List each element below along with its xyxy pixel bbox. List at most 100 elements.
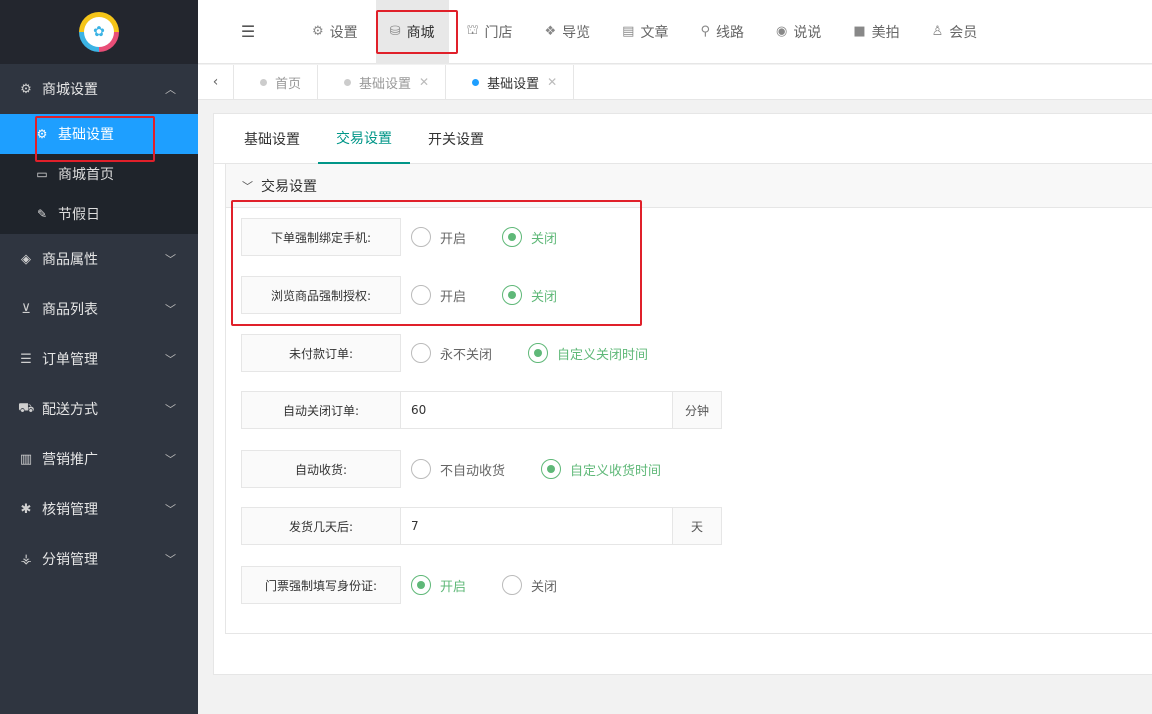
sidebar-item-delivery[interactable]: ⛟ 配送方式 ﹀ — [0, 384, 198, 434]
radio-label: 自定义关闭时间 — [557, 347, 649, 363]
sidebar-item-label: 订单管理 — [42, 352, 98, 368]
sidebar-item-label: 配送方式 — [42, 402, 98, 418]
top-tab-photo[interactable]: ■ 美拍 — [839, 0, 913, 64]
close-icon[interactable]: ✕ — [419, 75, 429, 89]
form-row-ship-days: 发货几天后: 7 天 — [241, 507, 722, 545]
chevron-left-icon[interactable]: ‹ — [198, 65, 234, 99]
top-tab-label: 说说 — [793, 24, 822, 41]
radio-circle — [541, 459, 562, 479]
bar-chart-icon: ▥ — [19, 451, 33, 467]
chevron-down-icon: ﹀ — [165, 503, 176, 516]
menu-toggle-icon[interactable]: ☰ — [198, 22, 298, 41]
radio-custom-close-time[interactable]: 自定义关闭时间 — [528, 343, 648, 363]
tab-trade-settings[interactable]: 交易设置 — [318, 114, 410, 164]
top-tab-label: 美拍 — [871, 24, 900, 41]
radio-circle — [528, 343, 549, 363]
chevron-down-icon: ﹀ — [165, 553, 176, 566]
list-icon: ☰ — [20, 351, 32, 367]
top-tab-store[interactable]: ⛫ 门店 — [453, 0, 527, 64]
field-label: 门票强制填写身份证: — [241, 566, 401, 604]
page-tab-label: 基础设置 — [487, 76, 540, 92]
gears-icon: ⚙ — [312, 24, 324, 39]
sidebar-subitem-label: 节假日 — [58, 207, 100, 223]
sitemap-icon: ⚶ — [20, 551, 32, 567]
chevron-down-icon: ﹀ — [165, 453, 176, 466]
route-icon: ⚲ — [700, 24, 710, 39]
chevron-up-icon: ︿ — [165, 83, 176, 96]
radio-circle — [411, 575, 431, 595]
cart-icon: ⊻ — [21, 301, 31, 317]
user-icon: ♙ — [931, 24, 944, 39]
dot-icon — [260, 78, 267, 86]
sidebar-item-product-attributes[interactable]: ◈ 商品属性 ﹀ — [0, 234, 198, 284]
sidebar-item-order-management[interactable]: ☰ 订单管理 ﹀ — [0, 334, 198, 384]
sidebar-subitem-label: 商城首页 — [58, 167, 114, 183]
field-label: 发货几天后: — [241, 507, 401, 545]
form-row-auto-close: 自动关闭订单: 60 分钟 — [241, 391, 722, 429]
field-label: 自动收货: — [241, 450, 401, 488]
field-label: 自动关闭订单: — [241, 391, 401, 429]
sidebar-item-verification[interactable]: ✱ 核销管理 ﹀ — [0, 484, 198, 534]
dot-icon — [344, 78, 352, 86]
page-tabs: ‹ 首页 基础设置 ✕ 基础设置 ✕ — [198, 65, 1152, 100]
gears-icon: ⚙ — [20, 81, 32, 97]
input-suffix: 天 — [673, 507, 722, 545]
cube-icon: ◈ — [21, 251, 31, 267]
radio-circle — [411, 459, 431, 479]
page-tab-home[interactable]: 首页 — [234, 65, 319, 99]
top-tab-label: 文章 — [640, 24, 669, 41]
top-tab-route[interactable]: ⚲ 线路 — [686, 0, 758, 64]
sidebar-item-marketing[interactable]: ▥ 营销推广 ﹀ — [0, 434, 198, 484]
radio-label: 不自动收货 — [440, 463, 506, 479]
top-tab-settings[interactable]: ⚙ 设置 — [298, 0, 372, 64]
radio-custom-receive-time[interactable]: 自定义收货时间 — [541, 459, 661, 479]
sidebar-subitem-holidays[interactable]: ✎ 节假日 — [0, 194, 198, 234]
form-row-unpaid-order: 未付款订单: 永不关闭 自定义关闭时间 — [241, 334, 658, 372]
page-tab-label: 首页 — [275, 76, 302, 92]
top-tab-label: 线路 — [716, 24, 744, 41]
radio-label: 永不关闭 — [440, 347, 493, 363]
top-tab-article[interactable]: ▤ 文章 — [608, 0, 682, 64]
auto-close-minutes-input[interactable]: 60 — [401, 391, 673, 429]
top-tab-posts[interactable]: ◉ 说说 — [762, 0, 835, 64]
car-icon: ⛟ — [18, 400, 35, 416]
radio-circle — [411, 343, 431, 363]
sidebar-item-label: 核销管理 — [42, 502, 98, 518]
logo-area: ✿ — [0, 0, 198, 64]
video-camera-icon: ■ — [853, 24, 866, 39]
radio-no-auto-receive[interactable]: 不自动收货 — [411, 459, 505, 479]
logo[interactable]: ✿ — [79, 12, 119, 52]
monitor-icon: ▭ — [36, 167, 48, 181]
tab-switch-settings[interactable]: 开关设置 — [410, 114, 502, 164]
radio-label: 关闭 — [531, 579, 558, 595]
highlight-box-mall-tab — [376, 10, 458, 54]
page-tab-basic-settings[interactable]: 基础设置 ✕ — [318, 65, 447, 99]
radio-ticket-id-off[interactable]: 关闭 — [502, 575, 557, 595]
page-tab-basic-settings-active[interactable]: 基础设置 ✕ — [446, 65, 575, 99]
sidebar-item-label: 商品属性 — [42, 252, 98, 268]
sidebar: ✿ ⚙ 商城设置 ︿ ⚙ 基础设置 ▭ 商城首页 ✎ 节假日 ◈ 商品属性 ﹀ — [0, 0, 198, 714]
sidebar-item-product-list[interactable]: ⊻ 商品列表 ﹀ — [0, 284, 198, 334]
tab-basic-settings[interactable]: 基础设置 — [226, 114, 318, 164]
chevron-down-icon: ﹀ — [242, 179, 253, 193]
ship-days-input[interactable]: 7 — [401, 507, 673, 545]
radio-ticket-id-on[interactable]: 开启 — [411, 575, 466, 595]
cubes-icon: ❖ — [544, 24, 557, 39]
settings-card: 基础设置 交易设置 开关设置 ﹀ 交易设置 下单强制绑定手机: 开启 关闭 浏览… — [213, 113, 1152, 675]
input-suffix: 分钟 — [673, 391, 722, 429]
settings-tabbar: 基础设置 交易设置 开关设置 — [214, 114, 1152, 164]
sidebar-item-label: 商城设置 — [42, 82, 98, 98]
close-icon[interactable]: ✕ — [547, 75, 557, 89]
top-tab-guide[interactable]: ❖ 导览 — [531, 0, 605, 64]
chevron-down-icon: ﹀ — [165, 303, 176, 316]
bank-icon: ⛫ — [466, 23, 479, 38]
chevron-down-icon: ﹀ — [165, 353, 176, 366]
top-tab-label: 设置 — [329, 24, 358, 41]
top-tab-label: 门店 — [484, 24, 513, 41]
radio-label: 开启 — [440, 579, 467, 595]
sidebar-item-mall-settings[interactable]: ⚙ 商城设置 ︿ — [0, 64, 198, 114]
top-tab-member[interactable]: ♙ 会员 — [918, 0, 992, 64]
sidebar-item-distribution[interactable]: ⚶ 分销管理 ﹀ — [0, 534, 198, 584]
radio-never-close[interactable]: 永不关闭 — [411, 343, 492, 363]
edit-icon: ✎ — [36, 207, 48, 221]
